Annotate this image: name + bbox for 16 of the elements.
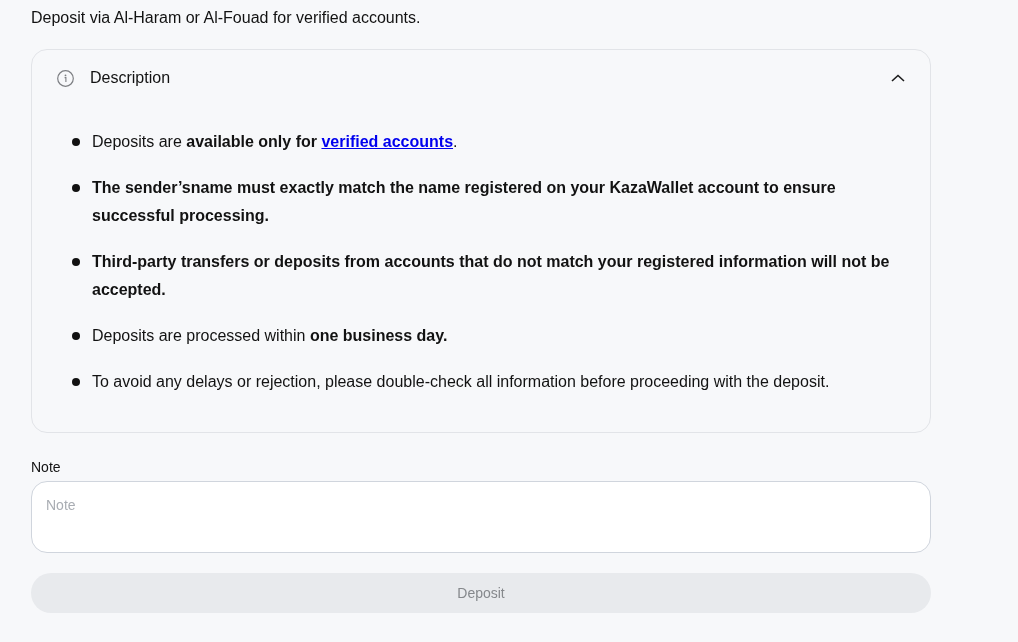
note-field[interactable]: Note xyxy=(31,481,931,553)
bullet-icon xyxy=(72,378,80,386)
description-item-text: To avoid any delays or rejection, please double-check all information before proceeding with the deposit. xyxy=(92,372,830,392)
description-item-text: The sender’sname must exactly match the name registered on your KazaWallet account to ensure successful processing. xyxy=(92,178,837,226)
bullet-icon xyxy=(72,138,80,146)
description-item-text: Deposits are processed within one business day. xyxy=(92,326,448,346)
description-item-text: Deposits are available only for verified accounts. xyxy=(92,132,458,152)
description-item-text: Third-party transfers or deposits from accounts that do not match your registered information will not be accepted. xyxy=(92,252,891,300)
info-icon xyxy=(57,69,74,87)
intro-text: Deposit via Al-Haram or Al-Fouad for verified accounts. xyxy=(31,8,421,28)
note-label: Note xyxy=(31,458,61,477)
description-title[interactable]: Description xyxy=(90,66,875,90)
chevron-icon[interactable] xyxy=(891,74,905,82)
bullet-icon xyxy=(72,332,80,340)
bullet-icon xyxy=(72,184,80,192)
bullet-icon xyxy=(72,258,80,266)
